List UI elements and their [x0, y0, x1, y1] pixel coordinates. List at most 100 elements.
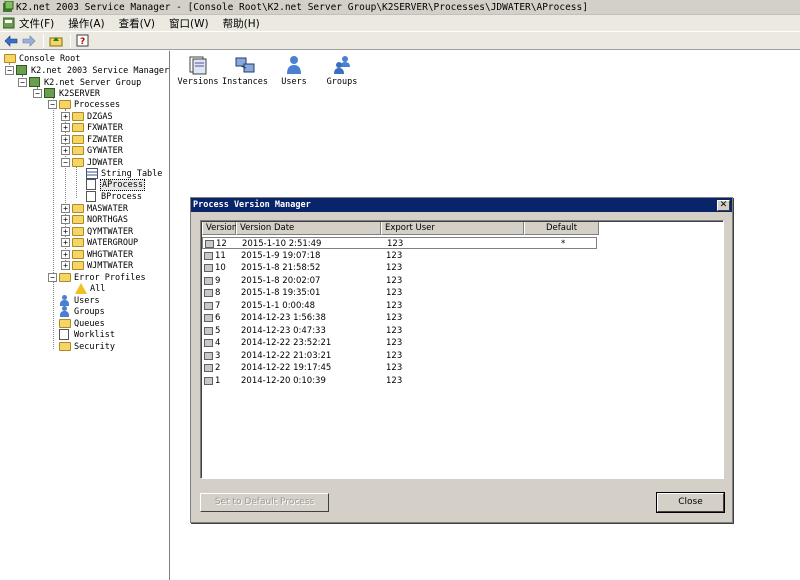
menu-action[interactable]: 操作(A): [68, 16, 104, 31]
version-date-cell: 2014-12-20 0:10:39: [241, 375, 326, 386]
collapse-toggle[interactable]: −: [61, 158, 70, 167]
table-row[interactable]: 9 2015-1-8 20:02:07 123: [202, 275, 723, 287]
close-button[interactable]: Close: [656, 492, 725, 513]
collapse-toggle[interactable]: −: [48, 273, 57, 282]
tree-item-groups[interactable]: Groups: [59, 306, 106, 317]
folder-icon: [72, 249, 84, 260]
tree-item-string-table[interactable]: String Table: [86, 168, 163, 179]
tree-item-users[interactable]: Users: [59, 295, 101, 306]
menu-bar: 文件(F) 操作(A) 查看(V) 窗口(W) 帮助(H): [0, 15, 800, 31]
tree-item-process-folder[interactable]: − JDWATER: [61, 157, 124, 168]
help-icon[interactable]: ?: [75, 33, 91, 48]
console-icon[interactable]: [2, 17, 15, 29]
console-tree: Console Root − K2.net 2003 Service Manag…: [0, 51, 170, 580]
back-icon[interactable]: [3, 33, 19, 48]
table-row[interactable]: 3 2014-12-22 21:03:21 123: [202, 350, 723, 362]
tree-item-process-folder[interactable]: + QYMTWATER: [61, 226, 134, 237]
version-list[interactable]: Version Version Date Export User Default…: [200, 220, 724, 479]
versions-item[interactable]: Versions: [173, 55, 223, 87]
table-row[interactable]: 7 2015-1-1 0:00:48 123: [202, 300, 723, 312]
table-row[interactable]: 10 2015-1-8 21:58:52 123: [202, 262, 723, 274]
process-version-icon: [204, 326, 213, 335]
expand-toggle[interactable]: +: [61, 146, 70, 155]
server-icon: [44, 88, 56, 99]
table-row[interactable]: 1 2014-12-20 0:10:39 123: [202, 375, 723, 387]
column-header-default[interactable]: Default: [524, 222, 599, 235]
tree-item-process-folder[interactable]: + FZWATER: [61, 134, 124, 145]
tree-item-console-root[interactable]: Console Root: [4, 53, 81, 64]
tree-item-aprocess[interactable]: AProcess: [86, 178, 145, 191]
expand-toggle[interactable]: +: [61, 250, 70, 259]
column-header-version[interactable]: Version: [202, 222, 237, 235]
tree-item-process-folder[interactable]: + DZGAS: [61, 111, 114, 122]
menu-help[interactable]: 帮助(H): [223, 16, 260, 31]
folder-icon: [59, 99, 71, 110]
service-manager-icon: [16, 65, 28, 76]
collapse-toggle[interactable]: −: [18, 78, 27, 87]
expand-toggle[interactable]: +: [61, 227, 70, 236]
tree-item-queues[interactable]: Queues: [59, 318, 106, 329]
up-folder-icon[interactable]: [48, 33, 64, 48]
folder-icon: [72, 214, 84, 225]
collapse-toggle[interactable]: −: [48, 100, 57, 109]
column-header-version-date[interactable]: Version Date: [236, 222, 381, 235]
table-row[interactable]: 5 2014-12-23 0:47:33 123: [202, 325, 723, 337]
user-icon: [283, 55, 305, 75]
process-version-icon: [204, 251, 213, 260]
tree-item-bprocess[interactable]: BProcess: [86, 191, 143, 202]
set-default-button[interactable]: Set to Default Process: [200, 493, 329, 512]
expand-toggle[interactable]: +: [61, 204, 70, 213]
menu-window[interactable]: 窗口(W): [169, 16, 209, 31]
table-row[interactable]: 4 2014-12-22 23:52:21 123: [202, 337, 723, 349]
tree-item-process-folder[interactable]: + NORTHGAS: [61, 214, 129, 225]
version-date-cell: 2014-12-22 19:17:45: [241, 363, 332, 373]
tree-item-error-all[interactable]: All: [75, 283, 106, 294]
table-row[interactable]: 8 2015-1-8 19:35:01 123: [202, 287, 723, 299]
tree-item-service-manager[interactable]: − K2.net 2003 Service Manager: [5, 65, 170, 76]
tree-item-process-folder[interactable]: + MASWATER: [61, 203, 129, 214]
tree-item-k2server[interactable]: − K2SERVER: [33, 88, 101, 99]
menu-file[interactable]: 文件(F): [19, 16, 54, 31]
version-date-cell: 2015-1-8 21:58:52: [241, 263, 321, 273]
queue-icon: [59, 318, 71, 329]
tree-item-process-folder[interactable]: + WATERGROUP: [61, 237, 139, 248]
tree-item-process-folder[interactable]: + GYWATER: [61, 145, 124, 156]
export-user-cell: 123: [386, 350, 403, 361]
process-version-icon: [204, 289, 213, 297]
instances-icon: [234, 55, 256, 75]
process-version-icon: [204, 364, 213, 372]
expand-toggle[interactable]: +: [61, 215, 70, 224]
version-cell: 6: [215, 313, 221, 323]
tree-item-worklist[interactable]: Worklist: [59, 329, 116, 340]
tree-item-server-group[interactable]: − K2.net Server Group: [18, 77, 142, 88]
tree-item-process-folder[interactable]: + FXWATER: [61, 122, 124, 133]
expand-toggle[interactable]: +: [61, 261, 70, 270]
groups-item[interactable]: Groups: [317, 55, 367, 87]
table-row[interactable]: 12 2015-1-10 2:51:49 123 *: [202, 237, 597, 249]
table-row[interactable]: 6 2014-12-23 1:56:38 123: [202, 312, 723, 324]
version-date-cell: 2014-12-23 0:47:33: [241, 325, 326, 336]
expand-toggle[interactable]: +: [61, 135, 70, 144]
collapse-toggle[interactable]: −: [33, 89, 42, 98]
table-row[interactable]: 11 2015-1-9 19:07:18 123: [202, 250, 723, 262]
tree-item-process-folder[interactable]: + WJMTWATER: [61, 260, 134, 271]
tree-item-process-folder[interactable]: + WHGTWATER: [61, 249, 134, 260]
expand-toggle[interactable]: +: [61, 112, 70, 121]
dialog-close-icon[interactable]: ✕: [717, 199, 730, 211]
tree-item-security[interactable]: Security: [59, 341, 116, 352]
forward-icon[interactable]: [21, 33, 37, 48]
tree-item-processes[interactable]: − Processes: [48, 99, 121, 110]
expand-toggle[interactable]: +: [61, 123, 70, 132]
tree-item-error-profiles[interactable]: − Error Profiles: [48, 272, 147, 283]
folder-icon: [72, 111, 84, 122]
process-version-icon: [204, 376, 213, 385]
column-header-export-user[interactable]: Export User: [381, 222, 524, 235]
folder-icon: [4, 53, 16, 64]
collapse-toggle[interactable]: −: [5, 66, 14, 75]
table-row[interactable]: 2 2014-12-22 19:17:45 123: [202, 362, 723, 374]
instances-item[interactable]: Instances: [220, 55, 270, 87]
version-date-cell: 2015-1-9 19:07:18: [241, 250, 321, 261]
menu-view[interactable]: 查看(V): [119, 16, 155, 31]
users-item[interactable]: Users: [269, 55, 319, 87]
expand-toggle[interactable]: +: [61, 238, 70, 247]
